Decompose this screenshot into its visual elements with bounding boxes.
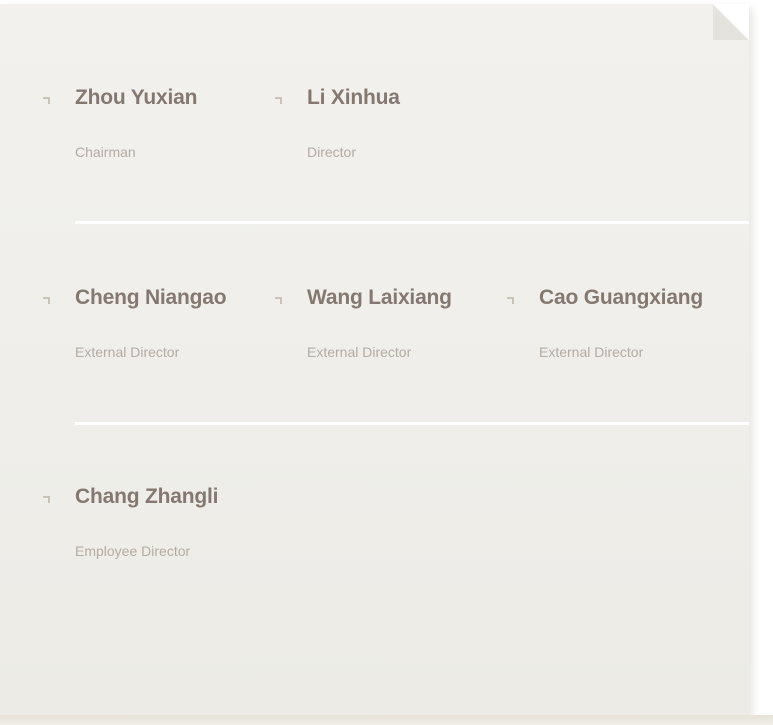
member-name: Zhou Yuxian [75, 86, 198, 109]
corner-arrow-icon [274, 295, 284, 305]
member-name: Li Xinhua [307, 86, 400, 109]
member-role: External Director [539, 344, 644, 360]
member-role: Director [307, 144, 357, 160]
member-role: External Director [307, 344, 412, 360]
member-role: Employee Director [75, 543, 191, 559]
member-role: External Director [75, 344, 180, 360]
member-name: Chang Zhangli [75, 485, 219, 508]
corner-arrow-icon [274, 95, 284, 105]
corner-arrow-icon [42, 95, 52, 105]
corner-arrow-icon [42, 494, 52, 504]
board-card: Zhou Yuxian Chairman Li Xinhua Director … [0, 4, 773, 725]
corner-arrow-icon [42, 295, 52, 305]
row-divider [75, 221, 749, 224]
member-role: Chairman [75, 144, 136, 160]
member-name: Cheng Niangao [75, 286, 227, 309]
corner-arrow-icon [506, 295, 516, 305]
page-fold-icon [713, 4, 749, 40]
member-name: Cao Guangxiang [539, 286, 704, 309]
row-divider [75, 422, 749, 425]
member-name: Wang Laixiang [307, 286, 452, 309]
